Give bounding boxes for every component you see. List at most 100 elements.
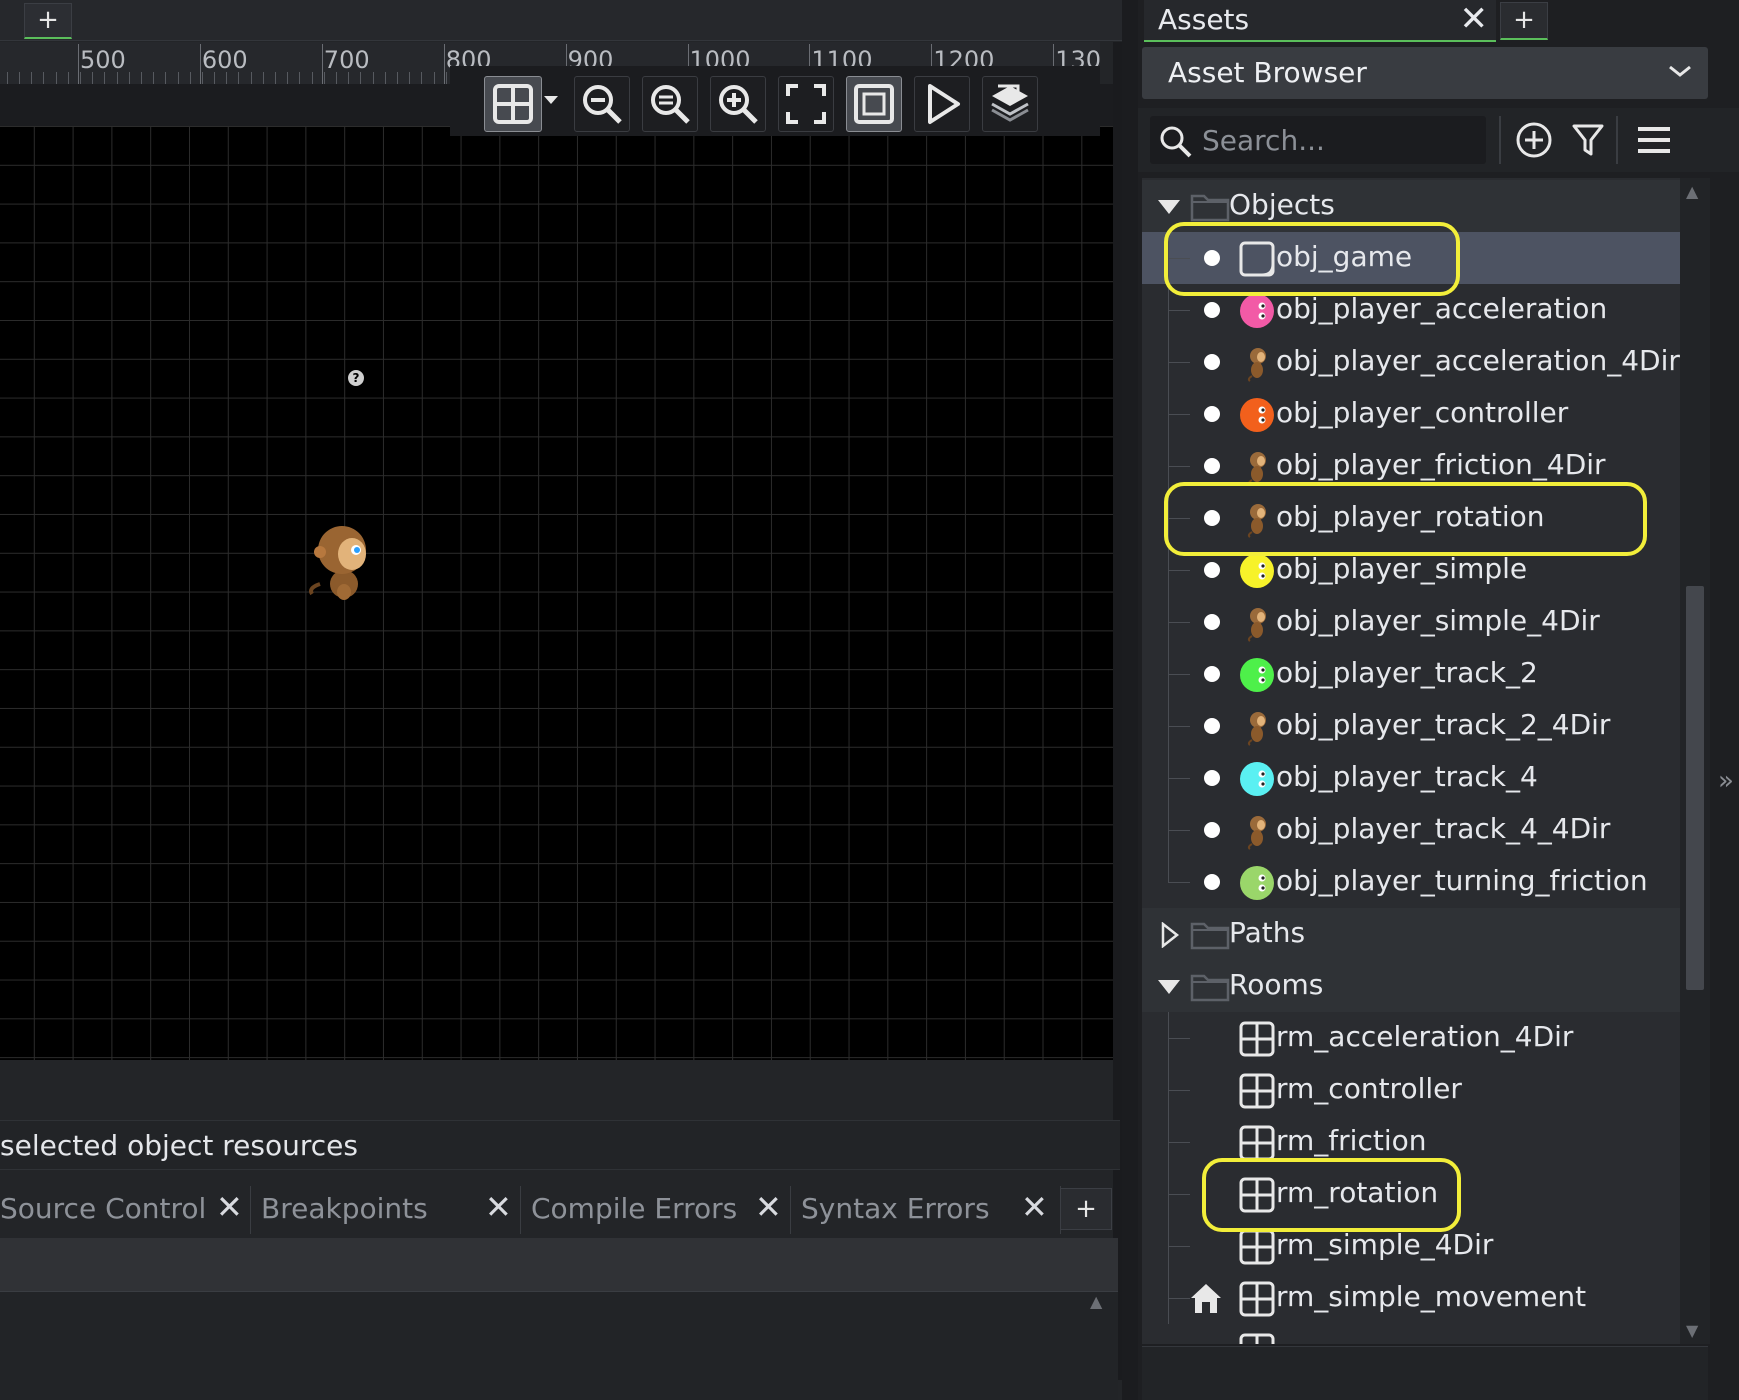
asset-tree-scrollbar[interactable]: ▲ ▼ bbox=[1680, 178, 1710, 1344]
folder-paths[interactable]: Paths bbox=[1142, 908, 1682, 960]
layers-button[interactable] bbox=[982, 76, 1038, 132]
zoom-out-button[interactable] bbox=[574, 76, 630, 132]
frame-view-button[interactable] bbox=[846, 76, 902, 132]
ruler-major-tick bbox=[321, 44, 323, 84]
play-icon bbox=[928, 84, 960, 124]
close-icon[interactable]: ✕ bbox=[1460, 0, 1489, 38]
instance-help-icon[interactable]: ? bbox=[348, 370, 364, 386]
ball-face-icon bbox=[1240, 866, 1274, 900]
monkey-instance[interactable] bbox=[306, 522, 372, 602]
asset-label: obj_player_track_4_4Dir bbox=[1276, 812, 1611, 845]
tree-guide bbox=[1168, 1194, 1190, 1195]
tab-close-icon[interactable]: ✕ bbox=[216, 1190, 243, 1224]
highlight-outline bbox=[1164, 222, 1460, 296]
ruler-minor-tick bbox=[140, 72, 142, 84]
ruler-minor-tick bbox=[323, 72, 325, 84]
room-canvas[interactable]: ? bbox=[0, 126, 1113, 1060]
fullscreen-button[interactable] bbox=[778, 76, 834, 132]
scroll-up-icon[interactable]: ▲ bbox=[1686, 182, 1698, 201]
ruler-minor-tick bbox=[214, 72, 216, 84]
ruler-minor-tick bbox=[384, 72, 386, 84]
tab-label: Compile Errors bbox=[531, 1192, 738, 1225]
zoom-reset-icon bbox=[651, 85, 690, 124]
tab-close-icon[interactable]: ✕ bbox=[485, 1190, 512, 1224]
asset-item[interactable]: obj_player_track_4_4Dir bbox=[1142, 804, 1682, 856]
asset-item[interactable]: obj_player_controller bbox=[1142, 388, 1682, 440]
tab-close-icon[interactable]: ✕ bbox=[755, 1190, 782, 1224]
tab-close-icon[interactable]: ✕ bbox=[1021, 1190, 1048, 1224]
tree-guide bbox=[1168, 674, 1190, 675]
ruler-minor-tick bbox=[409, 72, 411, 84]
tree-guide bbox=[1168, 466, 1190, 467]
tab-assets[interactable]: Assets ✕ bbox=[1144, 0, 1496, 42]
expand-triangle-icon bbox=[1158, 980, 1180, 994]
scroll-up-icon[interactable]: ▲ bbox=[1090, 1292, 1108, 1311]
ruler-minor-tick bbox=[299, 72, 301, 84]
add-asset-icon[interactable] bbox=[1514, 120, 1554, 160]
room-toolbar bbox=[450, 66, 1100, 136]
room-item[interactable]: rm_acceleration_4Dir bbox=[1142, 1012, 1682, 1064]
asset-tree: Objects obj_game obj_player_acceleration ob… bbox=[1142, 178, 1682, 1344]
run-button[interactable] bbox=[914, 76, 970, 132]
asset-label: obj_player_track_4 bbox=[1276, 760, 1538, 793]
asset-browser-select[interactable]: Asset Browser bbox=[1142, 47, 1708, 99]
scrollbar-thumb[interactable] bbox=[1686, 586, 1704, 990]
ruler-minor-tick bbox=[335, 72, 337, 84]
ruler-minor-tick bbox=[128, 72, 130, 84]
asset-label: obj_player_friction_4Dir bbox=[1276, 448, 1606, 481]
filter-icon[interactable] bbox=[1568, 120, 1608, 160]
ruler-minor-tick bbox=[311, 72, 313, 84]
bullet-icon bbox=[1204, 406, 1220, 422]
ball-face-icon bbox=[1240, 554, 1274, 588]
asset-item[interactable]: obj_player_turning_friction bbox=[1142, 856, 1682, 908]
grid-dropdown-chevron-icon[interactable] bbox=[544, 96, 558, 104]
chevron-down-icon bbox=[1669, 65, 1691, 77]
ruler-minor-tick bbox=[421, 72, 423, 84]
room-item[interactable]: rm_controller bbox=[1142, 1064, 1682, 1116]
bullet-icon bbox=[1204, 718, 1220, 734]
fullscreen-icon bbox=[786, 84, 826, 124]
tree-guide bbox=[1168, 1012, 1169, 1324]
zoom-in-button[interactable] bbox=[710, 76, 766, 132]
add-bottom-tab-button[interactable]: + bbox=[1060, 1188, 1112, 1230]
output-toolbar bbox=[0, 1238, 1118, 1292]
zoom-reset-button[interactable] bbox=[642, 76, 698, 132]
ruler-minor-tick bbox=[177, 72, 179, 84]
collapse-panel-icon[interactable]: » bbox=[1718, 766, 1734, 796]
ball-face-icon bbox=[1240, 398, 1274, 432]
ruler-label: 600 bbox=[201, 46, 248, 74]
asset-item[interactable]: obj_player_track_4 bbox=[1142, 752, 1682, 804]
asset-item[interactable]: obj_player_track_2_4Dir bbox=[1142, 700, 1682, 752]
tab-label: Breakpoints bbox=[261, 1192, 428, 1225]
room-item[interactable] bbox=[1142, 1324, 1682, 1344]
ruler-minor-tick bbox=[189, 72, 191, 84]
room-grid-icon bbox=[1239, 1333, 1275, 1344]
highlight-outline bbox=[1164, 482, 1647, 556]
ruler-minor-tick bbox=[396, 72, 398, 84]
tree-guide bbox=[1168, 622, 1190, 623]
folder-label: Rooms bbox=[1229, 968, 1324, 1001]
bullet-icon bbox=[1204, 354, 1220, 370]
folder-rooms[interactable]: Rooms bbox=[1142, 960, 1682, 1012]
grid-toggle-button[interactable] bbox=[484, 76, 542, 132]
asset-item[interactable]: obj_player_simple_4Dir bbox=[1142, 596, 1682, 648]
menu-icon[interactable] bbox=[1634, 120, 1674, 160]
ruler-minor-tick bbox=[287, 72, 289, 84]
panel-splitter[interactable] bbox=[1122, 0, 1138, 1400]
scroll-down-icon[interactable]: ▼ bbox=[1686, 1321, 1698, 1340]
new-tab-button[interactable]: + bbox=[24, 3, 72, 39]
ruler-major-tick bbox=[199, 44, 201, 84]
search-input[interactable] bbox=[1202, 120, 1472, 160]
tab-source-control[interactable]: Source Control ✕ bbox=[0, 1186, 251, 1234]
search-box[interactable] bbox=[1150, 116, 1486, 164]
add-assets-tab-button[interactable]: + bbox=[1500, 2, 1548, 40]
asset-label: obj_player_track_2_4Dir bbox=[1276, 708, 1611, 741]
room-item[interactable]: rm_simple_movement bbox=[1142, 1272, 1682, 1324]
tab-breakpoints[interactable]: Breakpoints ✕ bbox=[253, 1186, 521, 1234]
zoom-out-icon bbox=[583, 85, 622, 124]
tab-compile-errors[interactable]: Compile Errors ✕ bbox=[523, 1186, 791, 1234]
asset-browser-label: Asset Browser bbox=[1168, 56, 1367, 89]
tab-syntax-errors[interactable]: Syntax Errors ✕ bbox=[793, 1186, 1061, 1234]
asset-item[interactable]: obj_player_track_2 bbox=[1142, 648, 1682, 700]
asset-item[interactable]: obj_player_acceleration_4Dir bbox=[1142, 336, 1682, 388]
